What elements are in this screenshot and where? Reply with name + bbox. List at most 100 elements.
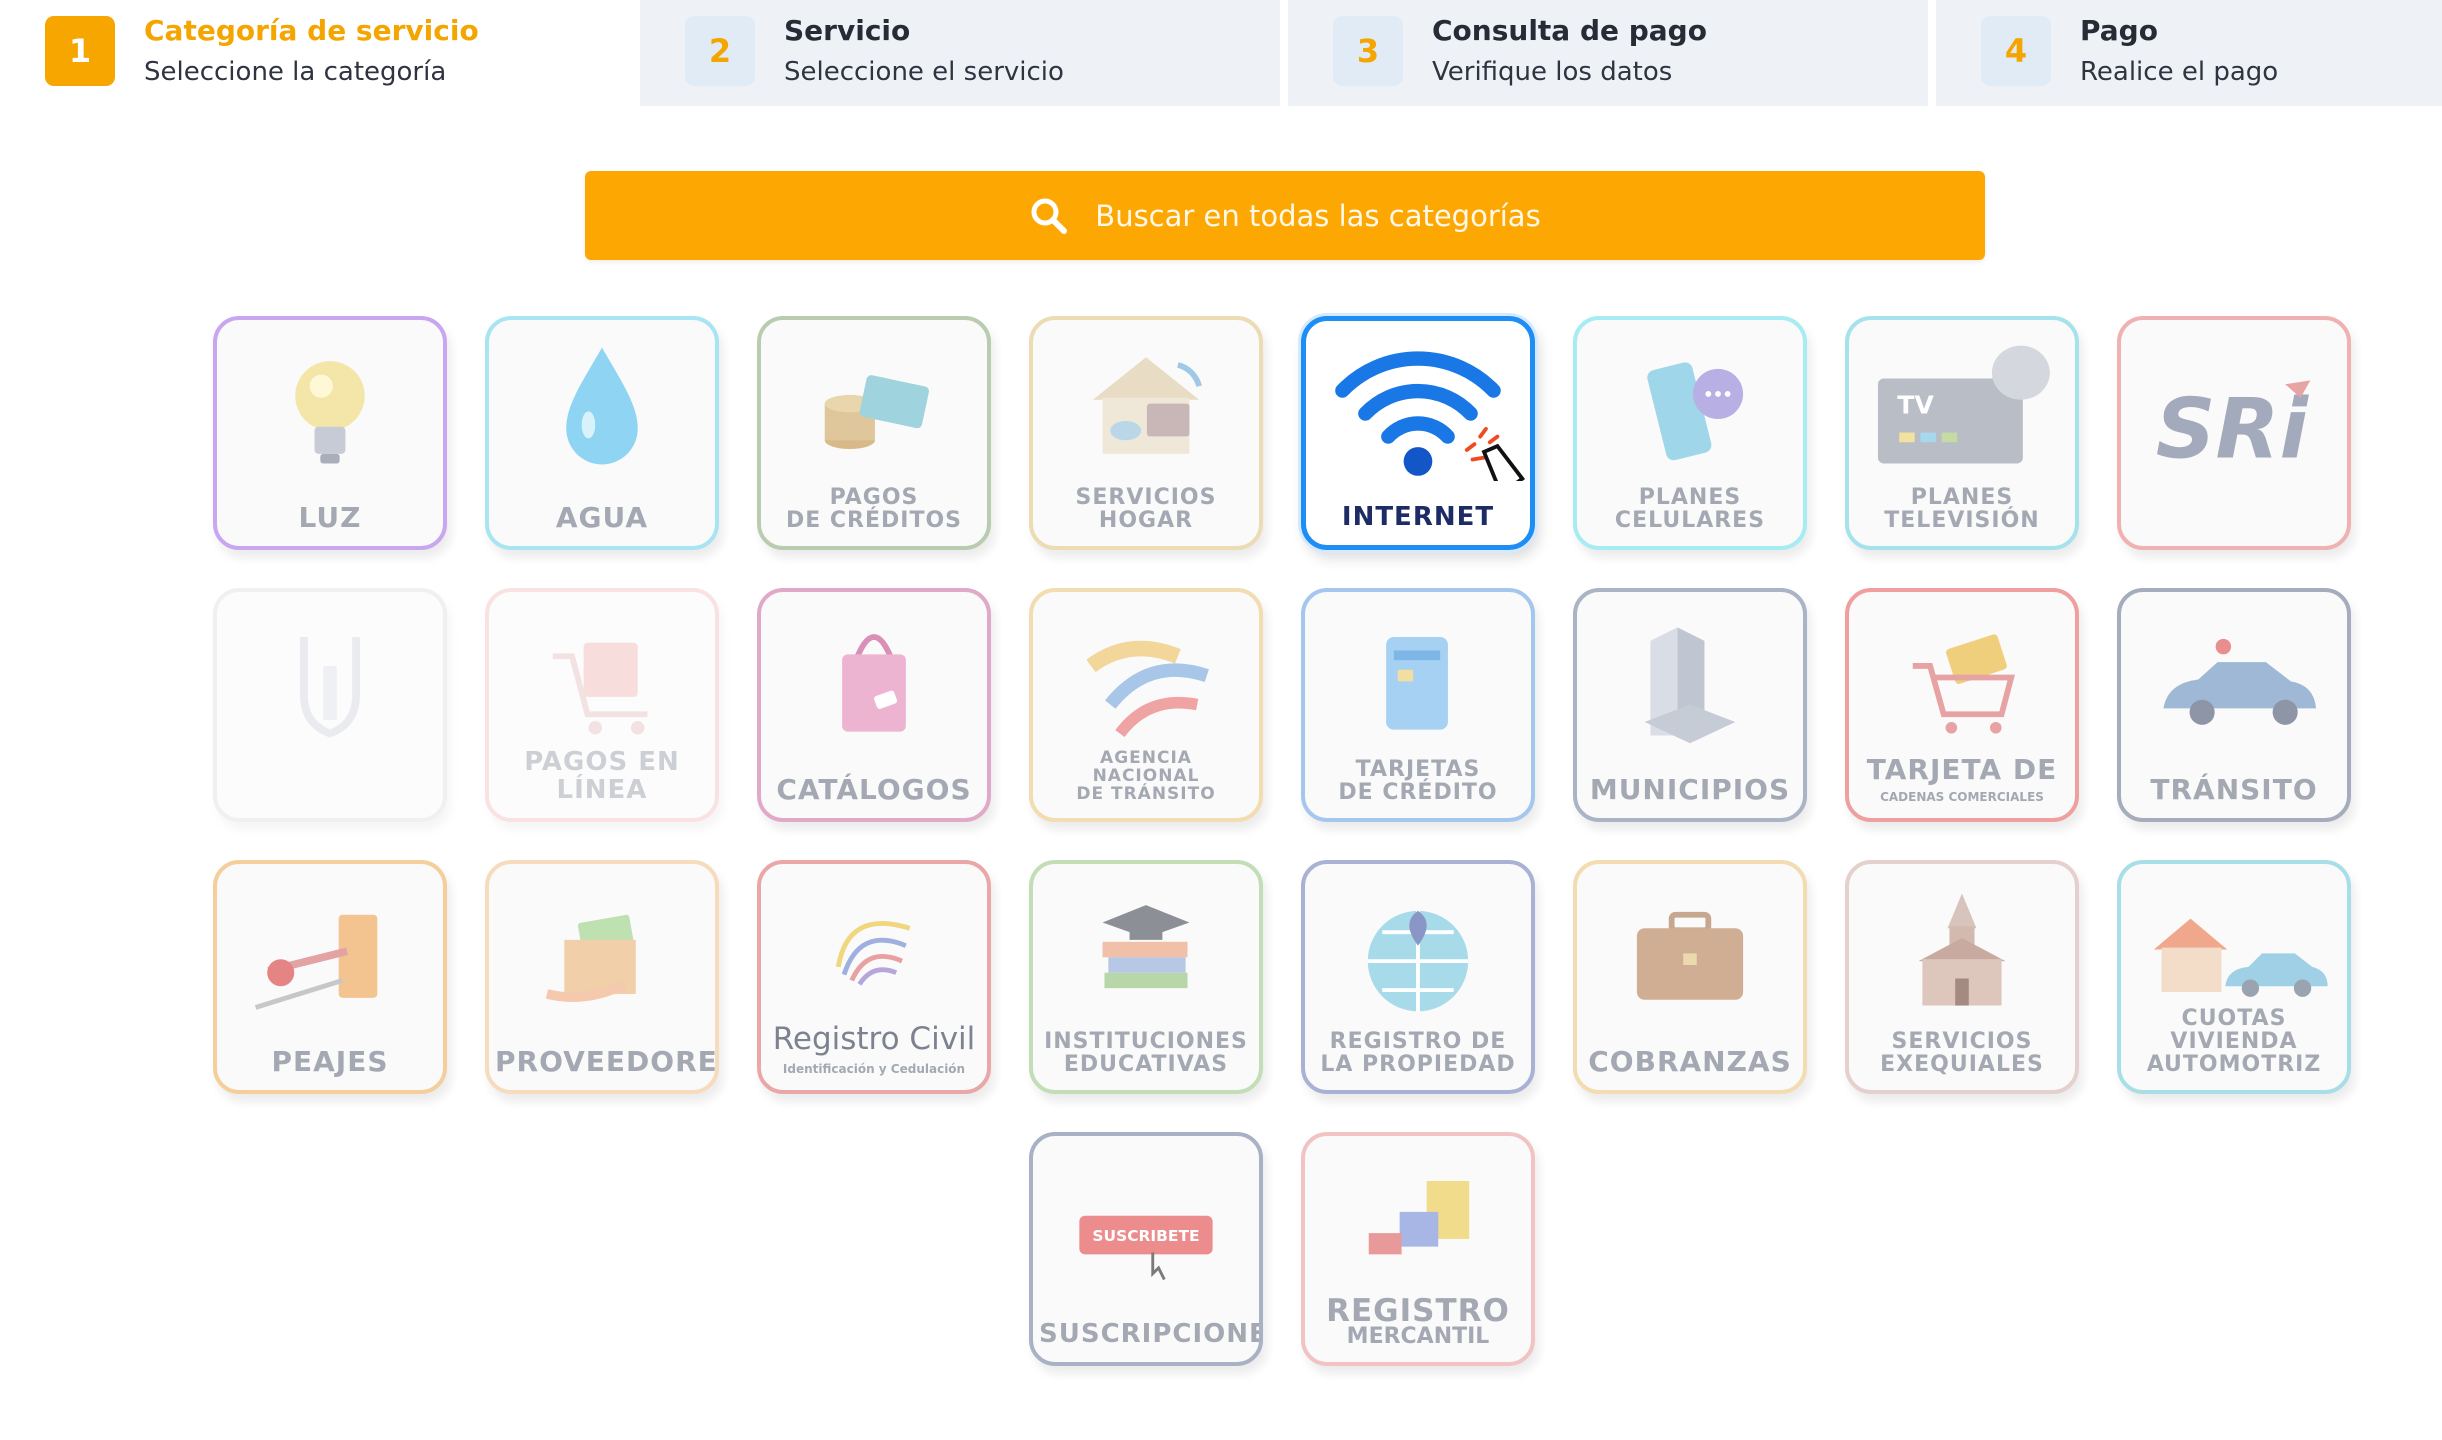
category-label: COBRANZAS	[1588, 1044, 1792, 1078]
category-label: PROVEEDORES	[495, 1044, 719, 1078]
shopping-cart-bag-icon	[489, 608, 715, 758]
category-label: TARJETAS DE CRÉDITO	[1338, 756, 1498, 805]
category-tile[interactable]	[213, 588, 447, 822]
briefcase-icon	[1577, 880, 1803, 1030]
category-tile[interactable]: AGUA	[485, 316, 719, 550]
category-label: AGENCIA NACIONAL DE TRÁNSITO	[1076, 748, 1216, 805]
ant-logo-icon	[1033, 608, 1259, 758]
category-label: PLANES CELULARES	[1614, 484, 1766, 533]
step-number: 4	[1981, 16, 2051, 86]
category-tile[interactable]: INTERNET	[1301, 316, 1535, 550]
step-subtitle: Seleccione la categoría	[144, 57, 447, 87]
phone-chat-icon	[1577, 336, 1803, 486]
category-label: Registro Civil	[772, 1021, 976, 1058]
credit-cards-icon	[1305, 608, 1531, 758]
search-icon	[1031, 198, 1068, 234]
step-subtitle: Realice el pago	[2080, 57, 2279, 87]
step-categoria[interactable]: 1 Categoría de servicio Seleccione la ca…	[0, 0, 632, 106]
water-drop-icon	[489, 336, 715, 486]
step-subtitle: Seleccione el servicio	[784, 57, 1064, 87]
category-label: TRÁNSITO	[2150, 772, 2318, 806]
category-label: CUOTAS VIVIENDA AUTOMOTRIZ	[2146, 1005, 2322, 1077]
step-number: 3	[1333, 16, 1403, 86]
category-tile[interactable]: SERVICIOS HOGAR	[1029, 316, 1263, 550]
category-tile[interactable]: PAGOS EN LÍNEA	[485, 588, 719, 822]
step-servicio[interactable]: 2 Servicio Seleccione el servicio	[640, 0, 1280, 106]
category-label: PAGOS EN LÍNEA	[524, 747, 680, 805]
category-sublabel: MERCANTIL	[1346, 1323, 1490, 1349]
shopping-bag-icon	[761, 608, 987, 758]
category-label: AGUA	[555, 500, 649, 534]
category-tile[interactable]: REGISTRO MERCANTIL	[1301, 1132, 1535, 1366]
category-label: SUSCRIPCIONES	[1039, 1318, 1263, 1349]
category-label: TARJETA DE	[1866, 752, 2058, 786]
sri-logo-icon: SRi	[2121, 336, 2347, 486]
coins-card-icon	[761, 336, 987, 486]
search-bar[interactable]: Buscar en todas las categorías	[585, 171, 1985, 260]
toll-barrier-icon	[217, 880, 443, 1030]
step-number: 1	[45, 16, 115, 86]
category-sublabel: CADENAS COMERCIALES	[1880, 790, 2044, 805]
wifi-icon	[1306, 337, 1530, 497]
category-label: CATÁLOGOS	[776, 772, 972, 806]
progress-stepper: 1 Categoría de servicio Seleccione la ca…	[0, 0, 2442, 106]
category-tile[interactable]: PEAJES	[213, 860, 447, 1094]
category-label: LUZ	[298, 500, 362, 534]
subscribe-button-text: SUSCRIBETE	[1092, 1227, 1199, 1245]
category-label: MUNICIPIOS	[1589, 772, 1791, 806]
category-label: SERVICIOS HOGAR	[1075, 484, 1217, 533]
category-label: REGISTRO DE LA PROPIEDAD	[1320, 1028, 1516, 1077]
category-tile[interactable]: AGENCIA NACIONAL DE TRÁNSITO	[1029, 588, 1263, 822]
church-icon	[1849, 880, 2075, 1030]
tv-dish-icon: TV	[1849, 336, 2075, 486]
category-tile[interactable]: CATÁLOGOS	[757, 588, 991, 822]
globe-pin-icon	[1305, 880, 1531, 1030]
category-tile[interactable]: PLANES CELULARES	[1573, 316, 1807, 550]
mercantil-logo-icon	[1305, 1152, 1531, 1302]
category-label: SERVICIOS EXEQUIALES	[1880, 1028, 2044, 1077]
svg-text:TV: TV	[1897, 390, 1934, 419]
car-icon	[2121, 608, 2347, 758]
category-label: INSTITUCIONES EDUCATIVAS	[1044, 1028, 1248, 1077]
house-services-icon	[1033, 336, 1259, 486]
category-tile[interactable]: LUZ	[213, 316, 447, 550]
category-tile[interactable]: CUOTAS VIVIENDA AUTOMOTRIZ	[2117, 860, 2351, 1094]
books-cap-icon	[1033, 880, 1259, 1030]
category-tile[interactable]: PAGOS DE CRÉDITOS	[757, 316, 991, 550]
category-tile[interactable]: TARJETA DE CADENAS COMERCIALES	[1845, 588, 2079, 822]
step-title: Servicio	[784, 14, 911, 47]
category-label: INTERNET	[1341, 501, 1495, 532]
step-title: Categoría de servicio	[144, 14, 479, 47]
category-tile[interactable]: SUSCRIBETE SUSCRIPCIONES	[1029, 1132, 1263, 1366]
step-consulta[interactable]: 3 Consulta de pago Verifique los datos	[1288, 0, 1928, 106]
subscribe-button-icon: SUSCRIBETE	[1033, 1152, 1259, 1302]
category-tile[interactable]: Registro Civil Identificación y Cedulació…	[757, 860, 991, 1094]
category-label: PAGOS DE CRÉDITOS	[785, 484, 963, 533]
category-sublabel: Identificación y Cedulación	[782, 1062, 966, 1077]
step-title: Pago	[2080, 14, 2158, 47]
category-tile[interactable]: TRÁNSITO	[2117, 588, 2351, 822]
iess-logo-icon	[217, 608, 443, 758]
category-tile[interactable]: PROVEEDORES	[485, 860, 719, 1094]
category-label: PEAJES	[271, 1044, 389, 1078]
category-tile[interactable]: INSTITUCIONES EDUCATIVAS	[1029, 860, 1263, 1094]
step-pago[interactable]: 4 Pago Realice el pago	[1936, 0, 2442, 106]
step-subtitle: Verifique los datos	[1432, 57, 1673, 87]
category-label: PLANES TELEVISIÓN	[1884, 484, 2040, 533]
buildings-icon	[1577, 608, 1803, 758]
box-money-icon	[489, 880, 715, 1030]
category-tile[interactable]: TV PLANES TELEVISIÓN	[1845, 316, 2079, 550]
category-tile[interactable]: REGISTRO DE LA PROPIEDAD	[1301, 860, 1535, 1094]
svg-text:SRi: SRi	[2156, 381, 2310, 478]
category-tile[interactable]: SERVICIOS EXEQUIALES	[1845, 860, 2079, 1094]
category-tile[interactable]: COBRANZAS	[1573, 860, 1807, 1094]
step-number: 2	[685, 16, 755, 86]
cart-card-icon	[1849, 608, 2075, 758]
fingerprint-icon	[761, 880, 987, 1030]
category-tile[interactable]: TARJETAS DE CRÉDITO	[1301, 588, 1535, 822]
search-placeholder: Buscar en todas las categorías	[1095, 198, 1541, 233]
category-tile[interactable]: SRi	[2117, 316, 2351, 550]
category-tile[interactable]: MUNICIPIOS	[1573, 588, 1807, 822]
light-bulb-icon	[217, 336, 443, 486]
step-title: Consulta de pago	[1432, 14, 1707, 47]
